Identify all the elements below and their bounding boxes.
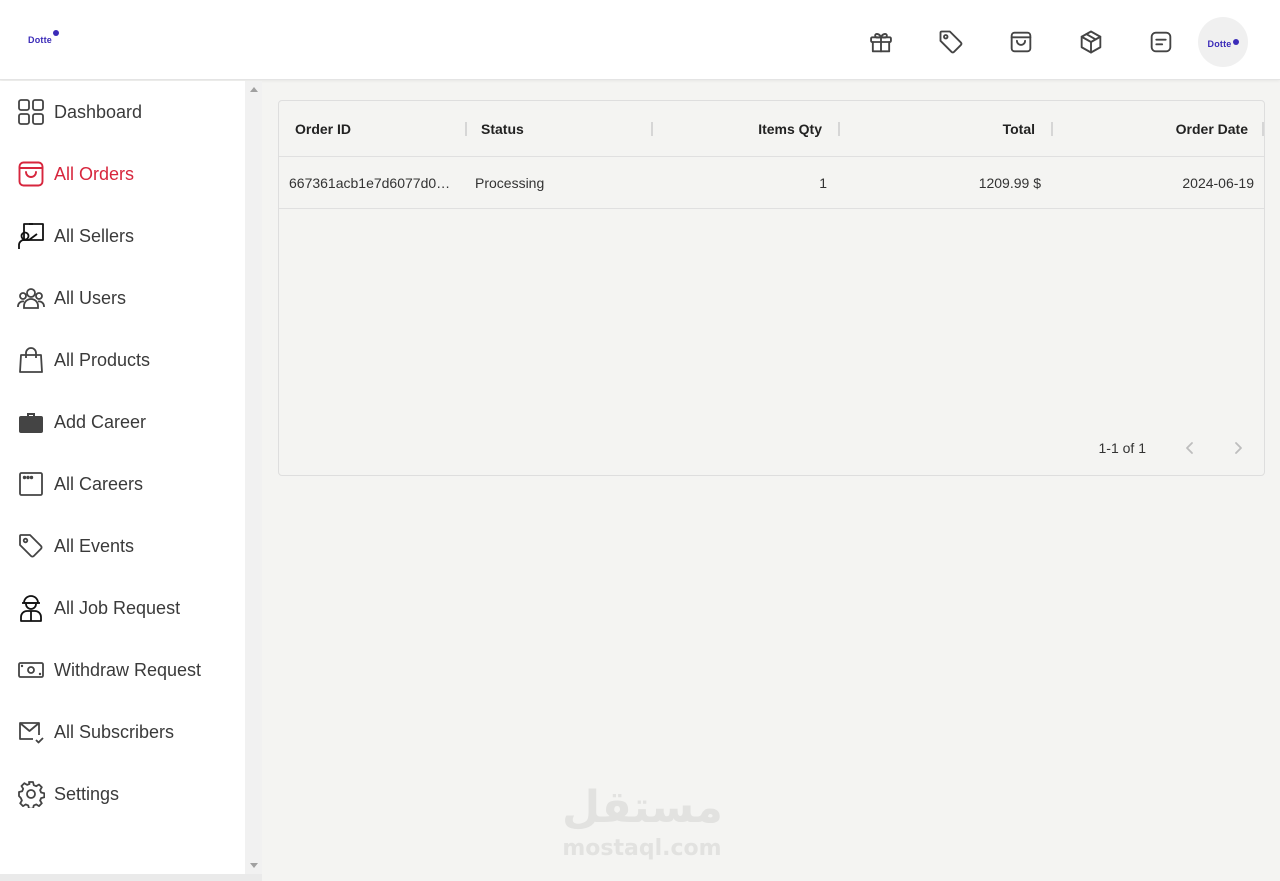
avatar-logo-text: Dotte xyxy=(1207,38,1232,49)
scroll-up-arrow-icon[interactable] xyxy=(250,87,258,92)
column-separator[interactable] xyxy=(1262,122,1264,136)
pagination-info: 1-1 of 1 xyxy=(1098,440,1146,456)
brand-logo[interactable]: Dotte xyxy=(28,30,59,45)
table-footer: 1-1 of 1 xyxy=(279,421,1264,475)
column-header-total[interactable]: Total xyxy=(854,101,1035,157)
sidebar-item-label: Add Career xyxy=(54,411,147,432)
users-icon xyxy=(17,284,45,312)
scroll-down-arrow-icon[interactable] xyxy=(250,863,258,868)
sidebar-item-label: All Careers xyxy=(54,473,144,494)
note-icon[interactable] xyxy=(1138,19,1184,65)
next-page-button[interactable] xyxy=(1224,434,1252,462)
avatar[interactable]: Dotte xyxy=(1198,17,1248,67)
sidebar-item-all-job-request[interactable]: All Job Request xyxy=(0,583,245,633)
sidebar-item-label: All Subscribers xyxy=(54,721,175,742)
logo-dot xyxy=(53,30,59,36)
worker-icon xyxy=(17,594,45,622)
cell-items-qty: 1 xyxy=(819,175,827,191)
column-separator[interactable] xyxy=(651,122,653,136)
window-icon xyxy=(17,470,45,498)
sidebar-item-all-events[interactable]: All Events xyxy=(0,521,245,571)
sidebar-item-withdraw-request[interactable]: Withdraw Request xyxy=(0,645,245,695)
cell-status: Processing xyxy=(475,175,545,191)
watermark-latin: mostaql.com xyxy=(562,836,722,861)
shopping-bag-icon[interactable] xyxy=(998,19,1044,65)
sidebar-scrollbar[interactable] xyxy=(245,81,262,874)
handbag-icon xyxy=(17,346,45,374)
table-header: Order ID Status Items Qty Total Order Da… xyxy=(279,101,1264,157)
watermark: مستقل mostaql.com xyxy=(562,780,723,870)
sidebar-item-label: All Events xyxy=(54,535,135,556)
cell-order-id: 667361acb1e7d6077d0… xyxy=(289,175,451,191)
sidebar-item-add-career[interactable]: Add Career xyxy=(0,397,245,447)
sidebar-item-label: All Users xyxy=(54,287,127,308)
sidebar-nav: Dashboard All Orders All Sellers All Use… xyxy=(0,81,245,874)
sidebar-item-all-sellers[interactable]: All Sellers xyxy=(0,211,245,261)
header-actions: Dotte xyxy=(834,17,1248,67)
previous-page-button[interactable] xyxy=(1176,434,1204,462)
chevron-right-icon xyxy=(1235,442,1242,454)
column-header-order-id[interactable]: Order ID xyxy=(295,101,351,157)
horizontal-scrollbar[interactable] xyxy=(0,874,262,881)
cell-total: 1209.99 $ xyxy=(978,175,1041,191)
cell-order-date: 2024-06-19 xyxy=(1182,175,1254,191)
tag-icon[interactable] xyxy=(928,19,974,65)
column-header-items-qty[interactable]: Items Qty xyxy=(667,101,822,157)
table-row[interactable]: 667361acb1e7d6077d0… Processing 1 1209.9… xyxy=(279,157,1264,209)
sidebar-item-all-careers[interactable]: All Careers xyxy=(0,459,245,509)
sidebar-item-all-orders[interactable]: All Orders xyxy=(0,149,245,199)
column-separator[interactable] xyxy=(465,122,467,136)
column-header-status[interactable]: Status xyxy=(481,101,524,157)
sidebar-item-label: Settings xyxy=(54,783,120,804)
tag-icon xyxy=(17,532,45,560)
briefcase-icon xyxy=(17,408,45,436)
sidebar-item-label: All Products xyxy=(54,349,151,370)
column-separator[interactable] xyxy=(1051,122,1053,136)
column-separator[interactable] xyxy=(838,122,840,136)
sidebar-item-all-subscribers[interactable]: All Subscribers xyxy=(0,707,245,757)
column-header-order-date[interactable]: Order Date xyxy=(1067,101,1248,157)
avatar-logo-dot xyxy=(1232,39,1239,45)
sidebar: Dashboard All Orders All Sellers All Use… xyxy=(0,81,262,874)
shopping-bag-icon xyxy=(17,160,45,188)
sidebar-item-label: All Orders xyxy=(54,163,135,184)
sidebar-item-settings[interactable]: Settings xyxy=(0,769,245,819)
gift-icon[interactable] xyxy=(858,19,904,65)
box-icon[interactable] xyxy=(1068,19,1114,65)
sidebar-item-all-users[interactable]: All Users xyxy=(0,273,245,323)
sidebar-item-label: All Sellers xyxy=(54,225,135,246)
cash-icon xyxy=(17,656,45,684)
logo-text: Dotte xyxy=(28,35,52,45)
sidebar-item-label: Dashboard xyxy=(54,101,143,122)
sidebar-item-dashboard[interactable]: Dashboard xyxy=(0,87,245,137)
gear-icon xyxy=(17,780,45,808)
orders-table: Order ID Status Items Qty Total Order Da… xyxy=(278,100,1265,476)
top-header: Dotte Dotte xyxy=(0,0,1280,80)
mail-icon xyxy=(17,718,45,746)
seller-icon xyxy=(17,222,45,250)
chevron-left-icon xyxy=(1186,442,1193,454)
sidebar-item-label: All Job Request xyxy=(54,597,181,618)
sidebar-item-label: Withdraw Request xyxy=(54,659,202,680)
sidebar-item-all-products[interactable]: All Products xyxy=(0,335,245,385)
watermark-arabic: مستقل xyxy=(562,782,723,833)
grid-icon xyxy=(17,98,45,126)
